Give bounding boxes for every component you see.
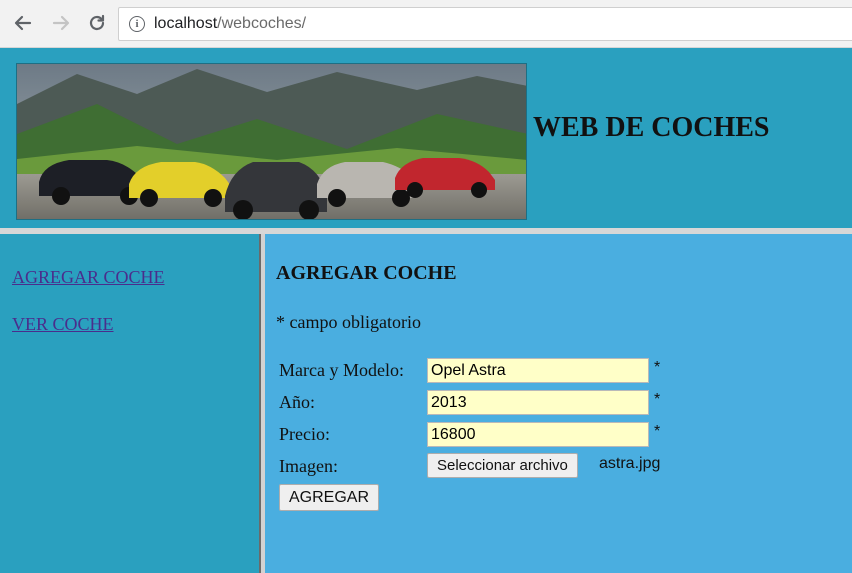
back-arrow-icon[interactable] — [12, 12, 34, 34]
choose-file-button[interactable]: Seleccionar archivo — [427, 453, 578, 478]
agregar-submit-button[interactable]: AGREGAR — [279, 484, 380, 511]
sidebar: AGREGAR COCHE VER COCHE — [0, 234, 259, 573]
reload-icon[interactable] — [86, 12, 108, 34]
site-title: WEB DE COCHES — [533, 112, 770, 143]
url-host: localhost — [154, 15, 218, 32]
url-path: /webcoches/ — [217, 15, 307, 32]
site-header: WEB DE COCHES — [0, 48, 852, 228]
info-icon[interactable]: i — [129, 16, 145, 32]
main-content: AGREGAR COCHE * campo obligatorio Marca … — [265, 234, 852, 573]
anio-input[interactable] — [427, 390, 649, 415]
required-field-note: * campo obligatorio — [276, 312, 421, 332]
required-mark: * — [654, 423, 661, 440]
required-mark: * — [654, 391, 661, 408]
marca-modelo-input[interactable] — [427, 358, 649, 383]
browser-toolbar: i localhost/webcoches/ — [0, 0, 852, 48]
marca-modelo-label: Marca y Modelo: — [279, 360, 404, 380]
page: WEB DE COCHES AGREGAR COCHE VER COCHE AG… — [0, 48, 852, 573]
sidebar-link-ver-coche[interactable]: VER COCHE — [12, 314, 114, 335]
precio-input[interactable] — [427, 422, 649, 447]
required-mark: * — [654, 359, 661, 376]
address-bar[interactable]: i localhost/webcoches/ — [118, 7, 852, 41]
anio-label: Año: — [279, 392, 315, 412]
page-heading: AGREGAR COCHE — [276, 262, 457, 284]
forward-arrow-icon[interactable] — [50, 12, 72, 34]
selected-file-name: astra.jpg — [599, 455, 661, 472]
cars-banner-image — [16, 63, 527, 220]
precio-label: Precio: — [279, 424, 330, 444]
sidebar-link-agregar-coche[interactable]: AGREGAR COCHE — [12, 267, 165, 288]
imagen-label: Imagen: — [279, 456, 338, 476]
